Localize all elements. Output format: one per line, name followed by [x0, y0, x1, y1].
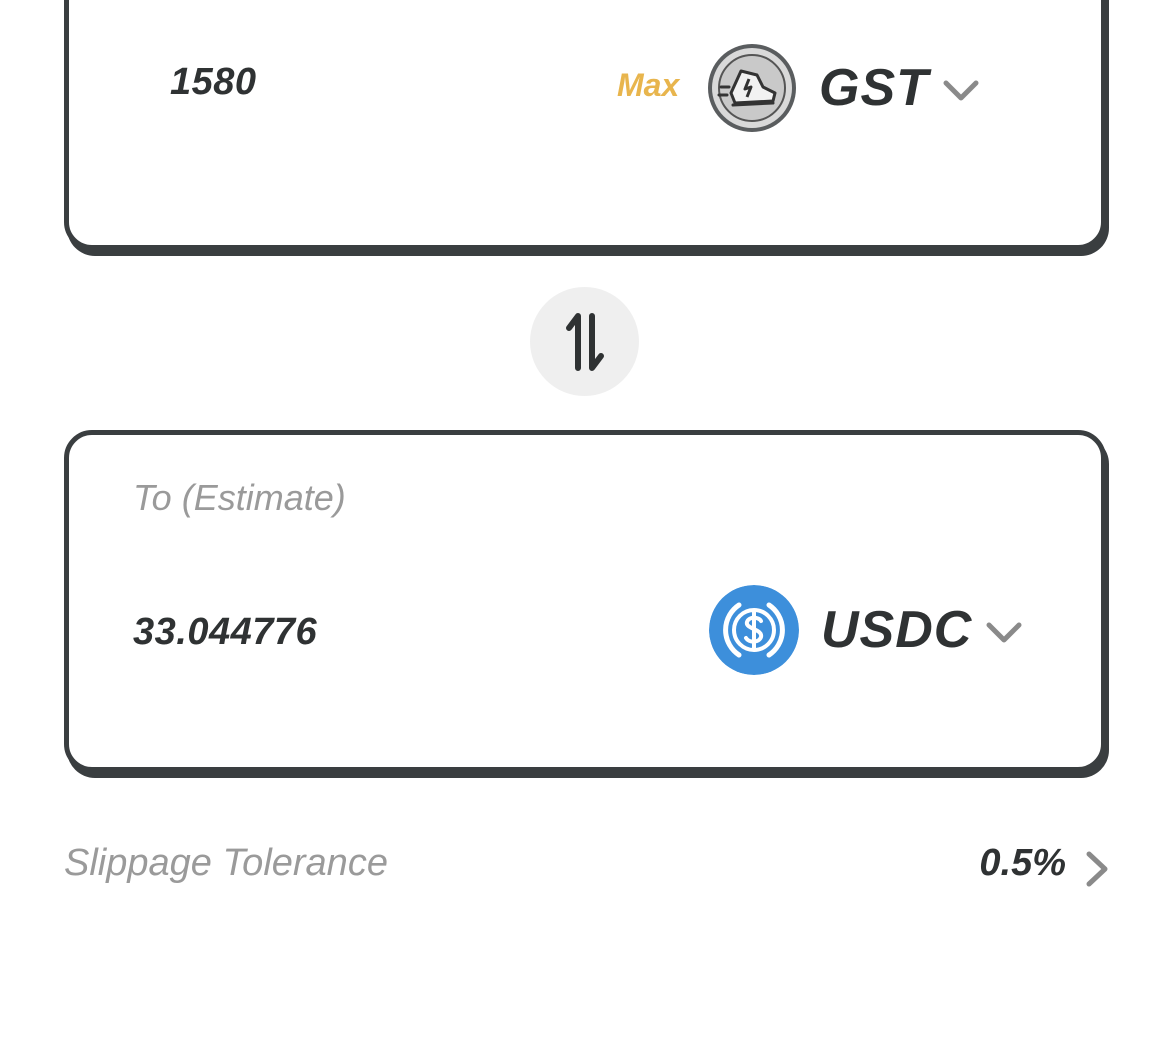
- from-token-selector[interactable]: GST: [707, 43, 979, 133]
- to-token-selector[interactable]: USDC: [709, 585, 1022, 675]
- max-button[interactable]: Max: [617, 67, 679, 104]
- slippage-tolerance-label: Slippage Tolerance: [64, 842, 388, 884]
- chevron-down-icon: [943, 80, 979, 101]
- slippage-tolerance-row[interactable]: Slippage Tolerance 0.5%: [64, 842, 1110, 894]
- usdc-icon: [709, 585, 799, 675]
- from-token-symbol: GST: [819, 59, 929, 117]
- to-token-symbol: USDC: [821, 601, 973, 659]
- chevron-down-icon: [986, 622, 1022, 643]
- to-amount-value: 33.044776: [133, 611, 318, 653]
- slippage-tolerance-value: 0.5%: [979, 842, 1066, 884]
- from-token-card: 1580 Max GST: [64, 0, 1106, 250]
- to-token-card: To (Estimate) 33.044776 USDC: [64, 430, 1106, 772]
- to-estimate-label: To (Estimate): [133, 477, 346, 518]
- gst-sneaker-icon: [708, 44, 796, 132]
- from-amount-input[interactable]: 1580: [170, 61, 257, 104]
- swap-arrows-icon: [565, 312, 604, 371]
- chevron-right-icon: [1086, 851, 1108, 887]
- swap-direction-button[interactable]: [530, 287, 639, 396]
